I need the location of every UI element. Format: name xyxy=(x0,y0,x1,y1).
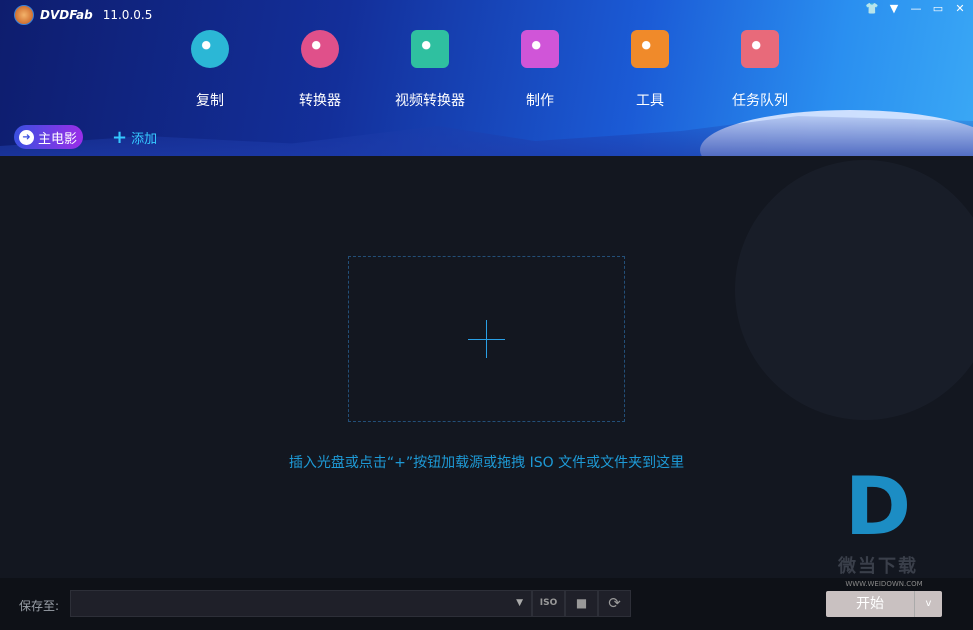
maximize-icon[interactable]: ▭ xyxy=(931,2,945,15)
watermark-logo: D xyxy=(844,460,912,553)
nav-label: 视频转换器 xyxy=(395,93,465,109)
nav-item-0[interactable]: 复制 xyxy=(160,30,260,110)
footer: 保存至: ▼ ISO ■ ⟳ WWW.WEIDOWN.COM 开始 v xyxy=(0,578,973,630)
brand-name: DVDFab xyxy=(40,8,93,22)
iso-output-button[interactable]: ISO xyxy=(532,590,565,617)
arrow-right-icon: ➜ xyxy=(19,129,34,145)
refresh-button[interactable]: ⟳ xyxy=(598,590,631,617)
start-button[interactable]: 开始 v xyxy=(826,591,942,617)
nav-label: 转换器 xyxy=(299,93,341,109)
nav-item-2[interactable]: 视频转换器 xyxy=(380,30,480,110)
nav-label: 工具 xyxy=(636,93,664,109)
dropdown-arrow-icon[interactable]: ▼ xyxy=(516,598,523,608)
iso-icon: ISO xyxy=(539,598,558,608)
video-converter-icon xyxy=(411,30,449,68)
window-controls: 👕 ▼ — ▭ ✕ xyxy=(865,2,967,15)
menu-icon[interactable]: ▼ xyxy=(887,2,901,15)
watermark: D 微当下载 xyxy=(838,462,918,578)
output-path-select[interactable]: ▼ xyxy=(70,590,532,617)
app-version: 11.0.0.5 xyxy=(102,8,153,22)
ripper-disc-icon xyxy=(301,30,339,68)
background-decoration xyxy=(735,160,973,420)
nav-item-3[interactable]: 制作 xyxy=(490,30,590,110)
refresh-icon: ⟳ xyxy=(608,594,621,612)
nav-item-4[interactable]: 工具 xyxy=(600,30,700,110)
add-label: 添加 xyxy=(131,132,158,147)
nav-item-1[interactable]: 转换器 xyxy=(270,30,370,110)
main-movie-mode-button[interactable]: ➜ 主电影 xyxy=(14,125,83,149)
close-icon[interactable]: ✕ xyxy=(953,2,967,15)
save-to-label: 保存至: xyxy=(19,599,60,613)
header: DVDFab 11.0.0.5 👕 ▼ — ▭ ✕ 复制 转换器 视频转换器 制作 工具… xyxy=(0,0,973,156)
chevron-down-icon[interactable]: v xyxy=(914,591,942,617)
watermark-name: 微当下载 xyxy=(838,556,918,577)
toolbox-icon xyxy=(631,30,669,68)
app-logo: DVDFab 11.0.0.5 xyxy=(14,5,152,25)
drop-hint: 插入光盘或点击“+”按钮加载源或拖拽 ISO 文件或文件夹到这里 xyxy=(288,455,685,471)
browse-folder-button[interactable]: ■ xyxy=(565,590,598,617)
nav-label: 复制 xyxy=(196,93,224,109)
start-label: 开始 xyxy=(856,596,884,612)
mode-label: 主电影 xyxy=(38,131,78,147)
copy-disc-icon xyxy=(191,30,229,68)
plus-icon-v xyxy=(486,320,487,358)
nav-item-5[interactable]: 任务队列 xyxy=(710,30,810,110)
folder-icon: ■ xyxy=(575,596,588,610)
minimize-icon[interactable]: — xyxy=(909,2,923,15)
creator-icon xyxy=(521,30,559,68)
task-queue-icon xyxy=(741,30,779,68)
plus-icon: + xyxy=(112,126,128,148)
watermark-url: WWW.WEIDOWN.COM xyxy=(845,580,923,588)
nav-label: 任务队列 xyxy=(732,93,788,109)
add-source-button[interactable]: + 添加 xyxy=(112,128,157,147)
skin-icon[interactable]: 👕 xyxy=(865,2,879,15)
nav-label: 制作 xyxy=(526,93,554,109)
logo-mascot-icon xyxy=(14,5,34,25)
